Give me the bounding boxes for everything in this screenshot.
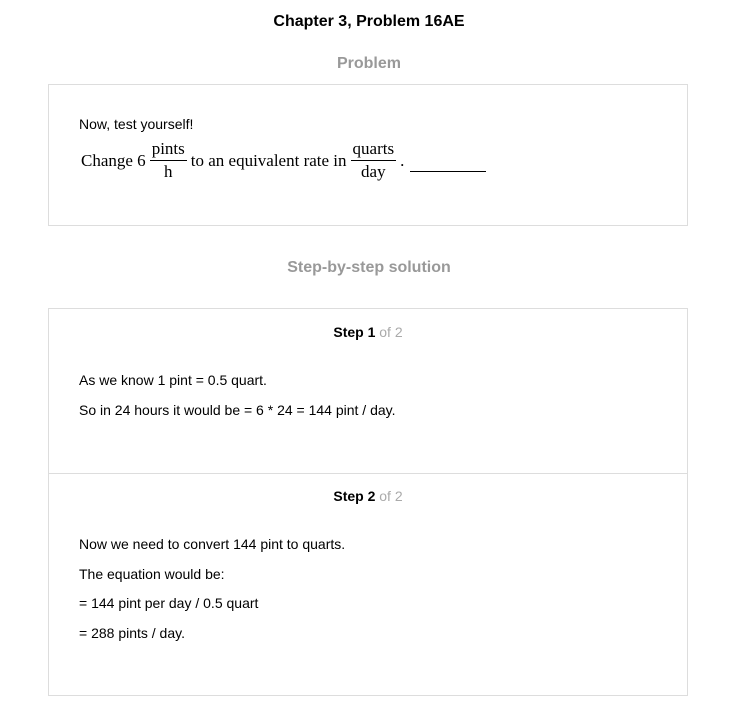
step-line: Now we need to convert 144 pint to quart… — [79, 536, 346, 552]
equation-middle: to an equivalent rate in — [190, 150, 347, 170]
problem-intro: Now, test yourself! — [79, 116, 194, 132]
equation-suffix: . — [400, 150, 405, 170]
fraction-numerator: pints — [149, 139, 187, 161]
step-total: of 2 — [379, 488, 403, 504]
answer-blank — [410, 149, 487, 172]
step-line: So in 24 hours it would be = 6 * 24 = 14… — [79, 401, 396, 418]
step-line: = 288 pints / day. — [79, 624, 185, 641]
solution-heading: Step-by-step solution — [287, 259, 451, 276]
equation-prefix: Change 6 — [81, 150, 146, 170]
page-title: Chapter 3, Problem 16AE — [273, 13, 465, 30]
step-line: The equation would be: — [79, 565, 225, 582]
fraction-denominator: day — [361, 162, 386, 181]
step-content: As we know 1 pint = 0.5 quart. So in 24 … — [79, 371, 396, 430]
step-number: Step 1 — [333, 324, 376, 340]
fraction-quarts-per-day: quarts day — [350, 139, 397, 182]
step-line: As we know 1 pint = 0.5 quart. — [79, 372, 267, 388]
step-label: Step 2 of 2 — [49, 487, 687, 505]
step-2: Step 2 of 2 Now we need to convert 144 p… — [49, 473, 687, 695]
problem-heading: Problem — [336, 55, 401, 72]
step-content: Now we need to convert 144 pint to quart… — [79, 535, 345, 653]
fraction-pints-per-hour: pints h — [149, 139, 187, 182]
step-line: = 144 pint per day / 0.5 quart — [79, 595, 259, 611]
step-number: Step 2 — [333, 488, 376, 504]
problem-equation: Change 6 pints h to an equivalent rate i… — [81, 139, 487, 182]
solution-steps: Step 1 of 2 As we know 1 pint = 0.5 quar… — [48, 308, 688, 696]
fraction-denominator: h — [163, 162, 173, 181]
step-1: Step 1 of 2 As we know 1 pint = 0.5 quar… — [49, 309, 687, 474]
step-label: Step 1 of 2 — [49, 323, 687, 341]
problem-box: Now, test yourself! Change 6 pints h to … — [48, 84, 688, 226]
step-total: of 2 — [379, 324, 403, 340]
fraction-numerator: quarts — [350, 139, 397, 161]
